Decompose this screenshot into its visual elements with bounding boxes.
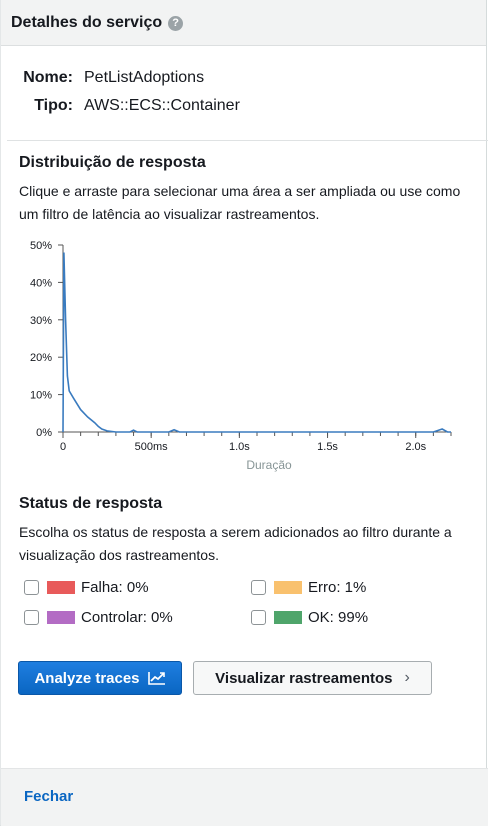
y-tick-label: 50% [30,240,52,252]
distribution-title: Distribuição de resposta [19,154,206,171]
chevron-right-icon: › [404,669,410,686]
divider [7,140,488,141]
analyze-traces-button[interactable]: Analyze traces [18,661,182,695]
error-checkbox[interactable] [251,580,266,595]
status-error[interactable]: Erro: 1% [251,579,366,596]
x-axis-label: Duração [246,458,292,472]
x-tick-label: 1.5s [317,441,338,453]
throttle-checkbox[interactable] [24,610,39,625]
status-title: Status de resposta [19,495,163,512]
x-tick-label: 2.0s [405,441,426,453]
type-value: AWS::ECS::Container [84,97,240,114]
y-tick-label: 10% [30,390,52,402]
view-traces-label: Visualizar rastreamentos [215,669,393,687]
panel-header: Detalhes do serviço ? [1,0,486,46]
name-key: Nome: [23,69,73,86]
throttle-label: Controlar: 0% [81,609,173,626]
name-value: PetListAdoptions [84,69,205,86]
view-traces-button[interactable]: Visualizar rastreamentos › [193,661,432,695]
panel-title: Detalhes do serviço [11,13,163,31]
close-link[interactable]: Fechar [24,788,73,805]
ok-label: OK: 99% [308,609,369,626]
error-label: Erro: 1% [308,579,367,596]
status-description: Escolha os status de resposta a serem ad… [19,524,452,563]
status-fault[interactable]: Falha: 0% [24,579,149,596]
type-row: Tipo: AWS::ECS::Container [1,92,488,120]
fault-swatch [47,581,75,594]
x-tick-label: 0 [60,441,66,453]
help-circle-icon[interactable]: ? [168,15,184,31]
series-line-0 [62,252,451,433]
service-details-panel: Detalhes do serviço ? Nome: PetListAdopt… [0,0,488,826]
panel-footer: Fechar [1,768,488,826]
x-tick-label: 500ms [135,441,169,453]
throttle-swatch [47,611,75,624]
fault-label: Falha: 0% [81,579,149,596]
y-tick-label: 30% [30,315,52,327]
chart-trend-icon [147,672,165,685]
analyze-traces-label: Analyze traces [34,669,140,687]
status-ok[interactable]: OK: 99% [251,609,368,626]
x-tick-label: 1.0s [229,441,250,453]
type-key: Tipo: [34,97,73,114]
name-row: Nome: PetListAdoptions [1,64,488,92]
ok-checkbox[interactable] [251,610,266,625]
y-tick-label: 20% [30,352,52,364]
distribution-description: Clique e arraste para selecionar uma áre… [19,183,461,222]
fault-checkbox[interactable] [24,580,39,595]
service-meta: Nome: PetListAdoptions Tipo: AWS::ECS::C… [1,64,488,120]
ok-swatch [274,611,302,624]
error-swatch [274,581,302,594]
y-tick-label: 40% [30,277,52,289]
response-distribution-chart[interactable]: 0% 10% 20% 30% 40% 50% 0 500ms 1.0s 1.5s 2.0s Duraç… [1,232,481,477]
y-tick-label: 0% [36,427,52,439]
status-throttle[interactable]: Controlar: 0% [24,609,173,626]
